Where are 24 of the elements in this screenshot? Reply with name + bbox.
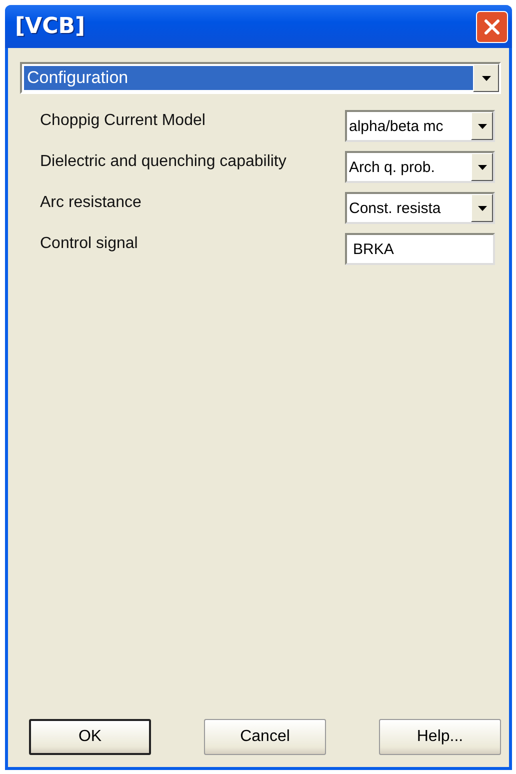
dropdown-field[interactable]: Const. resista <box>345 192 495 224</box>
dropdown-field[interactable]: alpha/beta mc <box>345 110 495 142</box>
field-label: Arc resistance <box>40 193 142 212</box>
dropdown-button[interactable] <box>471 112 493 140</box>
dialog-button[interactable]: Help... <box>379 719 501 755</box>
dialog-button[interactable]: OK <box>29 719 151 755</box>
caret-icon <box>478 164 486 170</box>
section-dropdown[interactable]: Configuration <box>20 62 501 94</box>
caret-icon <box>478 124 486 128</box>
dropdown-button[interactable] <box>471 153 493 181</box>
dialog-button[interactable]: Cancel <box>204 719 326 755</box>
field-label: Choppig Current Model <box>40 111 206 130</box>
caret-icon <box>478 206 486 210</box>
close-button[interactable] <box>476 10 508 42</box>
dropdown-value: Configuration <box>24 66 473 90</box>
window-title: [VCB] <box>15 14 86 39</box>
caret-icon <box>482 76 490 80</box>
field-label: Dielectric and quenching capability <box>40 152 286 171</box>
dropdown-button[interactable] <box>473 64 499 92</box>
input-field[interactable]: BRKA <box>345 233 495 265</box>
dropdown-field[interactable]: Arch q. prob. <box>345 151 495 183</box>
field-label: Control signal <box>40 234 138 253</box>
dropdown-button[interactable] <box>471 194 493 222</box>
close-icon <box>482 16 502 36</box>
